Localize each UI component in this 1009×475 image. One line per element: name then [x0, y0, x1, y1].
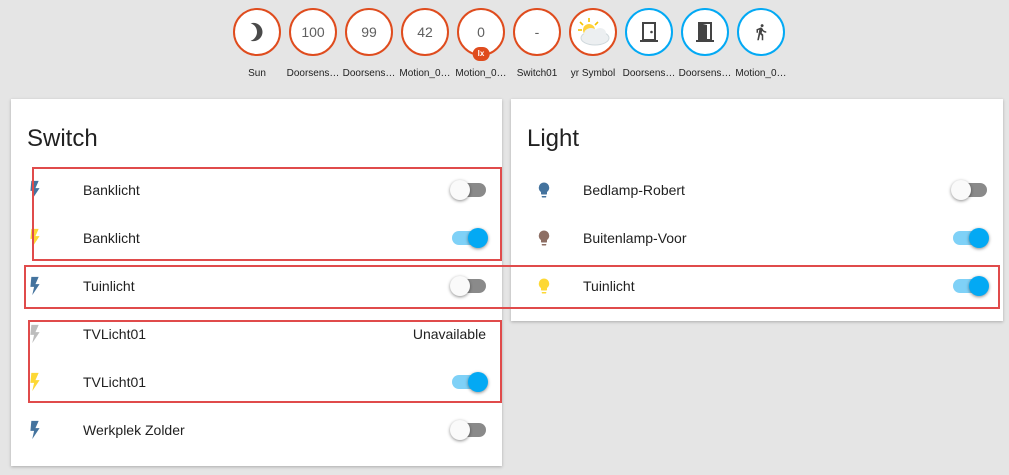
badge-label: yr Symbol: [570, 68, 616, 79]
badge-value: 0: [477, 24, 485, 40]
partly-cloudy-icon: [578, 18, 610, 46]
toggle-switch[interactable]: [450, 276, 486, 296]
unavailable-status: Unavailable: [412, 326, 486, 342]
toggle-switch[interactable]: [951, 228, 989, 248]
badge-label: Motion_0…: [455, 68, 507, 79]
flash-icon: [27, 226, 67, 250]
flash-icon: [27, 178, 67, 202]
badge-circle: [233, 8, 281, 56]
toggle-switch[interactable]: [450, 372, 488, 392]
walking-person-icon: [756, 24, 767, 41]
toggle-switch[interactable]: [450, 228, 488, 248]
badge-motion-2[interactable]: Motion_0…: [733, 8, 789, 79]
lightbulb-icon: [527, 178, 567, 202]
badge-circle: [625, 8, 673, 56]
lightbulb-icon: [527, 274, 567, 298]
badge-circle: 0 lx: [457, 8, 505, 61]
flash-icon: [27, 322, 67, 346]
badge-circle: [737, 8, 785, 56]
badge-label: Sun: [248, 68, 266, 79]
toggle-switch[interactable]: [450, 420, 486, 440]
badge-label: Switch01: [516, 68, 558, 79]
badge-label: Motion_0…: [735, 68, 787, 79]
badge-unit: lx: [472, 47, 490, 61]
row-name: Buitenlamp-Voor: [583, 230, 687, 246]
badge-motion-1[interactable]: 42 Motion_0…: [397, 8, 453, 79]
badge-label: Doorsens…: [286, 68, 340, 79]
row-name: TVLicht01: [83, 374, 147, 390]
badge-yr-symbol[interactable]: yr Symbol: [565, 8, 621, 79]
light-row-tuinlicht[interactable]: Tuinlicht: [527, 262, 989, 310]
badge-motion-lux[interactable]: 0 lx Motion_0…: [453, 8, 509, 79]
badge-circle: 100: [289, 8, 337, 56]
row-name: Banklicht: [83, 230, 140, 246]
badge-value: -: [534, 24, 540, 40]
door-open-icon: [696, 22, 714, 42]
switch-row-tuinlicht[interactable]: Tuinlicht: [27, 262, 486, 310]
badge-label: Motion_0…: [399, 68, 451, 79]
switch-row-banklicht[interactable]: Banklicht: [27, 166, 486, 214]
badge-sun[interactable]: Sun: [229, 8, 285, 79]
switch-card: Switch Banklicht Banklicht Tuinlicht TVL…: [11, 99, 502, 466]
flash-icon: [27, 274, 67, 298]
toggle-switch[interactable]: [450, 180, 486, 200]
row-name: Tuinlicht: [83, 278, 135, 294]
lightbulb-icon: [527, 226, 567, 250]
card-title: Switch: [27, 125, 98, 152]
badge-circle: [681, 8, 729, 56]
badge-label: Doorsens…: [342, 68, 396, 79]
badge-circle: 42: [401, 8, 449, 56]
badge-doorsensor-3[interactable]: Doorsens…: [621, 8, 677, 79]
row-name: Banklicht: [83, 182, 140, 198]
row-name: TVLicht01: [83, 326, 147, 342]
badge-circle: -: [513, 8, 561, 56]
badge-doorsensor-4[interactable]: Doorsens…: [677, 8, 733, 79]
badge-label: Doorsens…: [678, 68, 732, 79]
row-name: Tuinlicht: [583, 278, 635, 294]
badge-label: Doorsens…: [622, 68, 676, 79]
toggle-switch[interactable]: [951, 180, 987, 200]
badge-value: 42: [417, 24, 433, 40]
switch-row-tvlicht01[interactable]: TVLicht01: [27, 358, 488, 406]
switch-row-tvlicht01-unavailable[interactable]: TVLicht01 Unavailable: [27, 310, 486, 358]
door-closed-icon: [640, 22, 658, 42]
badge-switch01[interactable]: - Switch01: [509, 8, 565, 79]
badge-circle: [569, 8, 617, 56]
switch-row-werkplek-zolder[interactable]: Werkplek Zolder: [27, 406, 486, 454]
flash-icon: [27, 370, 67, 394]
row-name: Werkplek Zolder: [83, 422, 185, 438]
switch-row-banklicht-2[interactable]: Banklicht: [27, 214, 488, 262]
row-name: Bedlamp-Robert: [583, 182, 685, 198]
card-title: Light: [527, 125, 580, 152]
light-row-buitenlamp-voor[interactable]: Buitenlamp-Voor: [527, 214, 989, 262]
flash-icon: [27, 418, 67, 442]
light-card: Light Bedlamp-Robert Buitenlamp-Voor Tui…: [511, 99, 1003, 321]
badge-circle: 99: [345, 8, 393, 56]
moon-icon: [250, 22, 263, 42]
light-row-bedlamp-robert[interactable]: Bedlamp-Robert: [527, 166, 987, 214]
toggle-switch[interactable]: [951, 276, 989, 296]
badge-value: 99: [361, 24, 377, 40]
badge-value: 100: [301, 24, 325, 40]
badge-doorsensor-2[interactable]: 99 Doorsens…: [341, 8, 397, 79]
badge-doorsensor-1[interactable]: 100 Doorsens…: [285, 8, 341, 79]
